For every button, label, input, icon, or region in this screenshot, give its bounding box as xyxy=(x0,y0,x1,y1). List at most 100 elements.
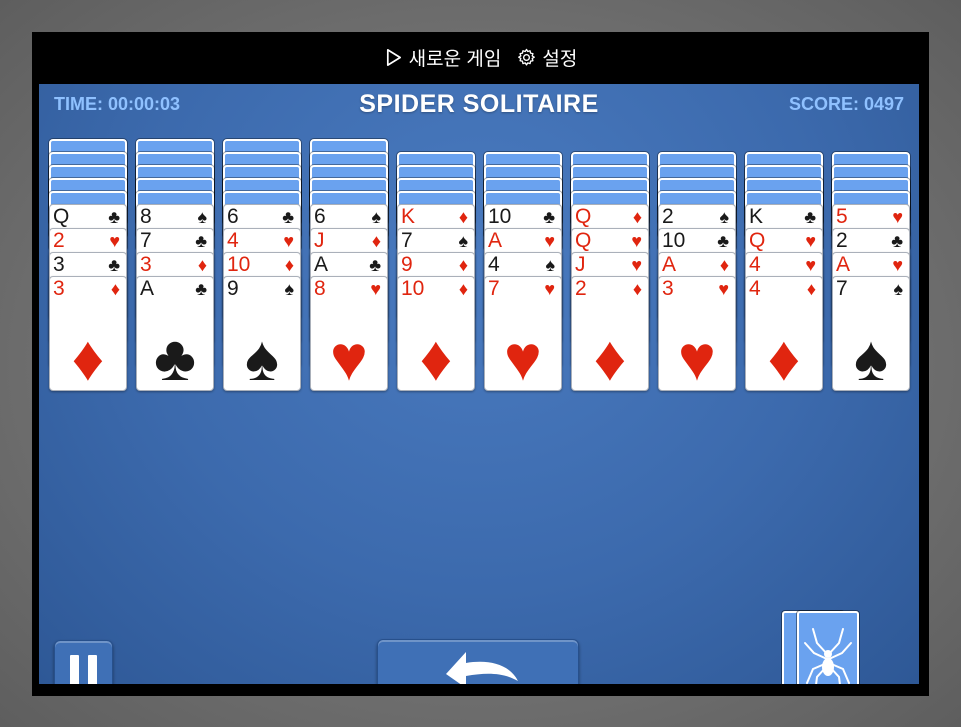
card-suit-large-icon: ♥ xyxy=(678,322,716,394)
playing-card[interactable]: 3 ♥ ♥ xyxy=(658,276,736,391)
card-suit-large-icon: ♦ xyxy=(593,322,627,394)
playing-card[interactable]: 9 ♠ ♠ xyxy=(223,276,301,391)
card-suit-large-icon: ♦ xyxy=(71,322,105,394)
card-suit-icon: ♥ xyxy=(109,231,120,251)
card-suit-icon: ♥ xyxy=(544,231,555,251)
card-rank: 4 xyxy=(749,277,761,300)
card-suit-icon: ♥ xyxy=(631,255,642,275)
card-suit-icon: ♦ xyxy=(458,279,468,299)
card-suit-icon: ♥ xyxy=(892,255,903,275)
playing-card[interactable]: A ♣ ♣ xyxy=(136,276,214,391)
gear-icon xyxy=(518,48,536,66)
card-suit-icon: ♥ xyxy=(370,279,381,299)
card-suit-large-icon: ♠ xyxy=(854,322,888,394)
card-rank: 3 xyxy=(53,277,65,300)
card-rank: 7 xyxy=(140,229,152,252)
card-rank: Q xyxy=(575,205,592,228)
new-game-label: 새로운 게임 xyxy=(408,48,502,70)
card-rank: 10 xyxy=(227,253,251,276)
card-suit-icon: ♣ xyxy=(891,231,903,251)
card-rank: K xyxy=(401,205,416,228)
new-game-button[interactable]: 새로운 게임 xyxy=(384,44,502,71)
game-board: TIME: 00:00:03 SPIDER SOLITAIRE SCORE: 0… xyxy=(39,84,919,684)
card-suit-icon: ♦ xyxy=(458,255,468,275)
card-rank: 10 xyxy=(488,205,512,228)
menu-bar: 새로운 게임 설정 xyxy=(32,32,929,82)
pause-icon xyxy=(70,655,79,684)
playing-card[interactable]: 8 ♥ ♥ xyxy=(310,276,388,391)
playing-card[interactable]: 3 ♦ ♦ xyxy=(49,276,127,391)
card-suit-icon: ♠ xyxy=(719,207,729,227)
playing-card[interactable]: 7 ♠ ♠ xyxy=(832,276,910,391)
card-rank: 3 xyxy=(662,277,674,300)
stock-pile[interactable] xyxy=(782,611,862,684)
card-rank: 5 xyxy=(836,205,848,228)
card-suit-large-icon: ♦ xyxy=(767,322,801,394)
pause-icon xyxy=(88,655,97,684)
card-suit-icon: ♦ xyxy=(632,207,642,227)
card-suit-icon: ♠ xyxy=(458,231,468,251)
card-rank: J xyxy=(575,253,586,276)
card-rank: 3 xyxy=(140,253,152,276)
undo-arrow-icon xyxy=(446,652,518,684)
card-suit-icon: ♦ xyxy=(371,231,381,251)
card-rank: 10 xyxy=(401,277,425,300)
card-suit-icon: ♥ xyxy=(805,255,816,275)
card-suit-icon: ♣ xyxy=(369,255,381,275)
card-rank: A xyxy=(140,277,155,300)
card-suit-icon: ♦ xyxy=(110,279,120,299)
play-icon xyxy=(386,48,401,66)
card-suit-icon: ♦ xyxy=(197,255,207,275)
game-frame: 새로운 게임 설정 TIME: 00:00:03 SPIDER SOLITAIR… xyxy=(32,32,929,696)
card-suit-icon: ♣ xyxy=(717,231,729,251)
card-rank: 2 xyxy=(836,229,848,252)
settings-label: 설정 xyxy=(542,48,578,70)
card-suit-icon: ♣ xyxy=(282,207,294,227)
card-suit-icon: ♣ xyxy=(108,255,120,275)
card-suit-icon: ♣ xyxy=(108,207,120,227)
playing-card[interactable]: 10 ♦ ♦ xyxy=(397,276,475,391)
card-suit-icon: ♦ xyxy=(458,207,468,227)
card-rank: 7 xyxy=(488,277,500,300)
card-suit-icon: ♦ xyxy=(632,279,642,299)
card-rank: 9 xyxy=(227,277,239,300)
card-rank: A xyxy=(314,253,329,276)
card-rank: 3 xyxy=(53,253,65,276)
card-suit-large-icon: ♦ xyxy=(419,322,453,394)
card-suit-icon: ♠ xyxy=(545,255,555,275)
card-suit-icon: ♥ xyxy=(718,279,729,299)
card-rank: 9 xyxy=(401,253,413,276)
card-suit-icon: ♥ xyxy=(892,207,903,227)
playing-card[interactable]: 2 ♦ ♦ xyxy=(571,276,649,391)
card-suit-icon: ♦ xyxy=(719,255,729,275)
card-suit-large-icon: ♠ xyxy=(245,322,279,394)
card-rank: Q xyxy=(749,229,766,252)
card-rank: 2 xyxy=(662,205,674,228)
card-suit-icon: ♣ xyxy=(195,231,207,251)
card-suit-large-icon: ♥ xyxy=(330,322,368,394)
card-rank: A xyxy=(488,229,503,252)
card-rank: A xyxy=(662,253,677,276)
card-suit-icon: ♣ xyxy=(543,207,555,227)
card-rank: 4 xyxy=(488,253,500,276)
settings-button[interactable]: 설정 xyxy=(517,44,577,71)
playing-card[interactable]: 4 ♦ ♦ xyxy=(745,276,823,391)
card-suit-icon: ♠ xyxy=(284,279,294,299)
card-rank: Q xyxy=(575,229,592,252)
pause-button[interactable] xyxy=(54,640,113,684)
card-rank: 8 xyxy=(140,205,152,228)
card-rank: 6 xyxy=(227,205,239,228)
undo-button[interactable] xyxy=(377,639,579,684)
card-rank: 4 xyxy=(227,229,239,252)
card-rank: 7 xyxy=(401,229,413,252)
card-rank: 8 xyxy=(314,277,326,300)
card-suit-large-icon: ♣ xyxy=(154,322,196,394)
playing-card[interactable]: 7 ♥ ♥ xyxy=(484,276,562,391)
card-rank: 6 xyxy=(314,205,326,228)
card-suit-icon: ♣ xyxy=(804,207,816,227)
card-rank: J xyxy=(314,229,325,252)
stock-card xyxy=(797,611,859,684)
spider-icon xyxy=(804,628,852,684)
card-suit-icon: ♥ xyxy=(631,231,642,251)
card-suit-large-icon: ♥ xyxy=(504,322,542,394)
